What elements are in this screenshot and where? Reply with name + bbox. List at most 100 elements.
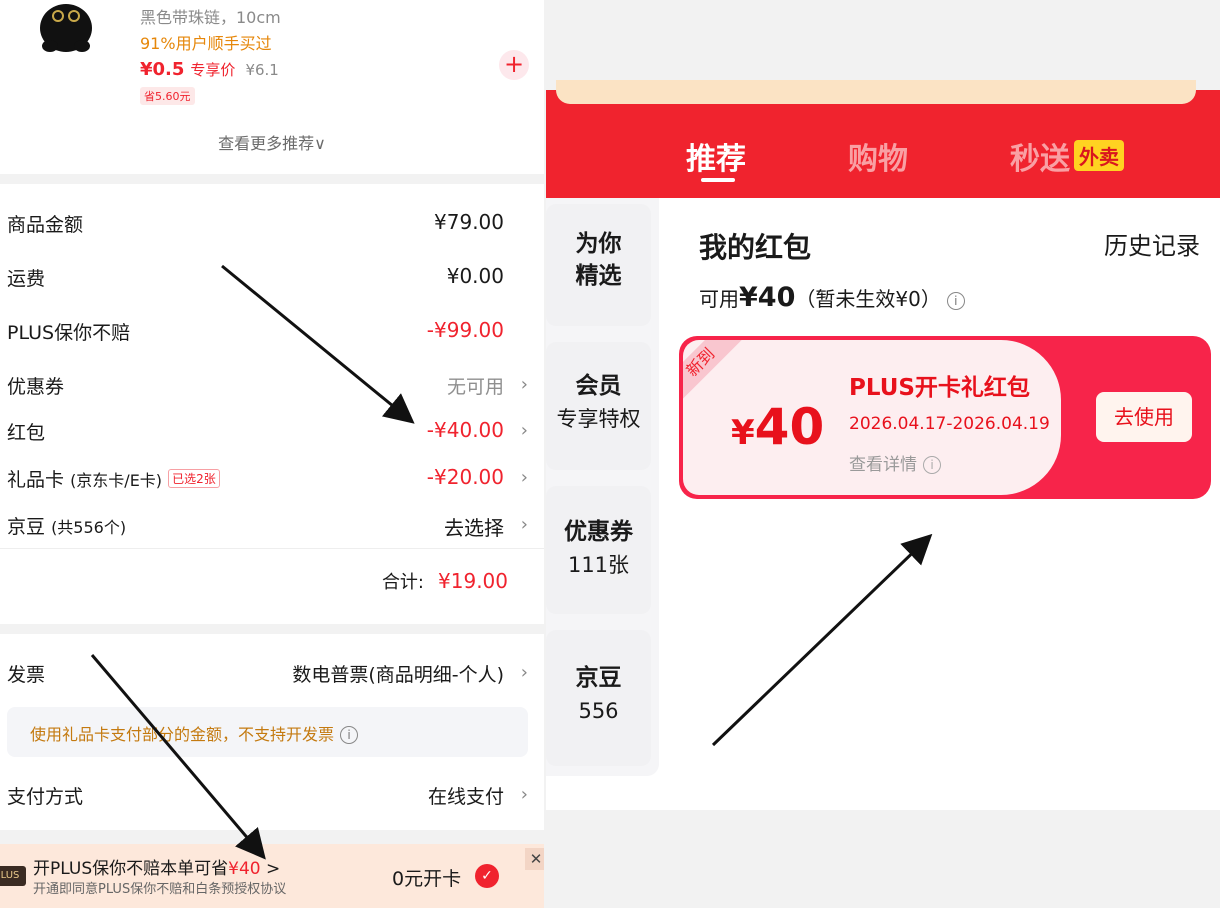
side-item-label: 为你 [575,231,622,257]
chevron-right-icon: › [520,374,528,395]
plus-label: PLUS保你不赔 [7,322,131,344]
side-item-jingdou[interactable]: 京豆 556 [546,630,651,766]
open-card-button[interactable]: 0元开卡 [392,864,461,891]
page-title: 我的红包 [699,231,812,264]
coupon-detail-link[interactable]: 查看详情 i [849,450,941,475]
screenshot-root: 黑色带珠链，10cm 91%用户顺手买过 ¥0.5 专享价 ¥6.1 省5.60… [0,0,1220,908]
product-card: 黑色带珠链，10cm 91%用户顺手买过 ¥0.5 专享价 ¥6.1 省5.60… [0,0,544,174]
fee-row-shipping: 运费 ¥0.00 [0,260,544,292]
giftcard-paren: (京东卡/E卡) [70,471,163,490]
plus-promo-text: 开PLUS保你不赔本单可省 [33,859,229,879]
redpack-coupon-card: 新到 ¥40 PLUS开卡礼红包 2026.04.17-2026.04.19 查… [679,336,1211,499]
plus-promo-amount: ¥40 [228,859,261,879]
side-item-sub: 111张 [567,553,630,577]
fee-row-giftcard[interactable]: 礼品卡 (京东卡/E卡) 已选2张 -¥20.00 › [0,461,544,493]
total-row: 合计: ¥19.00 [382,568,508,594]
invoice-note: 使用礼品卡支付部分的金额，不支持开发票 i [7,707,528,757]
redpack-label: 红包 [7,422,46,444]
invoice-value: 数电普票(商品明细-个人) [292,664,504,686]
side-item-label: 优惠券 [564,519,633,545]
chevron-right-icon: › [520,784,528,805]
jingdou-label: 京豆 [7,516,46,538]
side-item-label: 京豆 [575,665,622,691]
total-label: 合计: [381,572,425,593]
chevron-right-icon: › [520,467,528,488]
chevron-right-icon: > [265,859,281,879]
jingdou-paren: (共556个) [51,518,127,537]
shipping-label: 运费 [7,268,46,290]
use-coupon-button[interactable]: 去使用 [1096,392,1192,442]
more-recommend-link[interactable]: 查看更多推荐∨ [0,130,544,154]
add-product-button[interactable]: + [499,50,529,80]
tab-miaosong[interactable]: 秒送 外卖 [1010,134,1124,178]
side-item-member[interactable]: 会员 专享特权 [546,342,651,470]
payment-row[interactable]: 支付方式 在线支付 › [0,778,544,810]
giftcard-label-group: 礼品卡 (京东卡/E卡) 已选2张 [7,465,220,492]
close-icon[interactable]: ✕ [525,848,544,870]
fee-row-coupon[interactable]: 优惠券 无可用 › [0,368,544,400]
coupon-amount-group: ¥40 [731,398,824,456]
side-item-foryou[interactable]: 为你 精选 [546,204,651,326]
coupon-detail-text: 查看详情 [849,455,917,475]
product-price-label: 专享价 [190,61,236,79]
fee-row-jingdou[interactable]: 京豆 (共556个) 去选择 › [0,508,544,540]
coupon-amount: 40 [754,398,825,456]
tab-recommend[interactable]: 推荐 [686,134,746,178]
product-desc: 黑色带珠链，10cm [140,8,281,27]
coupon-label: 优惠券 [7,376,65,398]
info-icon: i [923,456,941,474]
product-image-black-cat [40,4,92,52]
history-link[interactable]: 历史记录 [1104,226,1200,261]
chevron-right-icon: › [520,420,528,441]
chevron-right-icon: › [520,514,528,535]
info-icon[interactable]: i [340,726,359,744]
jingdou-value: 去选择 [444,516,504,540]
giftcard-value: -¥20.00 [426,465,504,489]
check-icon[interactable]: ✓ [475,864,499,888]
plus-agreement-text[interactable]: 开通即同意PLUS保你不赔和白条预授权协议 [33,878,286,897]
info-icon[interactable]: i [946,292,965,310]
product-save-badge: 省5.60元 [140,87,195,105]
fee-row-redpack[interactable]: 红包 -¥40.00 › [0,414,544,446]
coupon-body: 新到 ¥40 PLUS开卡礼红包 2026.04.17-2026.04.19 查… [683,340,1061,495]
tab-miaosong-label: 秒送 [1010,142,1070,177]
giftcard-selected-badge: 已选2张 [168,469,220,488]
product-orig-price: ¥6.1 [245,61,279,79]
goods-value: ¥79.00 [434,210,504,234]
side-item-sub: 专享特权 [556,407,641,431]
payment-label: 支付方式 [7,786,84,808]
payment-value: 在线支付 [427,786,504,808]
waimai-badge: 外卖 [1074,140,1124,171]
coupon-date: 2026.04.17-2026.04.19 [849,414,1050,434]
search-strip [556,80,1196,104]
available-summary: 可用¥40（暂未生效¥0） i [699,282,965,313]
side-item-sub: 556 [578,699,619,723]
invoice-note-text-group: 使用礼品卡支付部分的金额，不支持开发票 i [30,721,359,745]
product-tag: 91%用户顺手买过 [140,34,272,53]
plus-promo-bar: LUS 开PLUS保你不赔本单可省¥40 > 开通即同意PLUS保你不赔和白条预… [0,844,544,908]
order-panel: 黑色带珠链，10cm 91%用户顺手买过 ¥0.5 专享价 ¥6.1 省5.60… [0,0,544,908]
plus-logo: LUS [0,866,26,886]
plus-value: -¥99.00 [426,318,504,342]
side-item-label: 精选 [575,263,622,289]
giftcard-label: 礼品卡 [7,469,65,491]
redpack-panel: 推荐 购物 秒送 外卖 为你 精选 会员 专享特权 优惠券 111张 京豆 55… [546,0,1220,908]
coupon-value: 无可用 [446,376,504,398]
fee-card: 商品金额 ¥79.00 运费 ¥0.00 PLUS保你不赔 -¥99.00 优惠… [0,184,544,624]
plus-promo-main[interactable]: 开PLUS保你不赔本单可省¥40 > [33,854,280,879]
home-header: 推荐 购物 秒送 外卖 [546,80,1220,198]
jingdou-label-group: 京豆 (共556个) [7,512,126,539]
chevron-right-icon: › [520,662,528,683]
side-item-coupons[interactable]: 优惠券 111张 [546,486,651,614]
side-nav: 为你 精选 会员 专享特权 优惠券 111张 京豆 556 [546,198,659,776]
tab-active-indicator [701,178,735,182]
available-amount: ¥40 [739,282,796,313]
invoice-row[interactable]: 发票 数电普票(商品明细-个人) › [0,656,544,688]
goods-label: 商品金额 [7,214,84,236]
new-tag: 新到 [683,340,742,404]
divider [0,548,544,549]
tab-shopping[interactable]: 购物 [848,134,908,178]
fee-row-plus: PLUS保你不赔 -¥99.00 [0,314,544,346]
product-price: ¥0.5 [140,59,185,80]
coupon-name: PLUS开卡礼红包 [849,375,1030,401]
